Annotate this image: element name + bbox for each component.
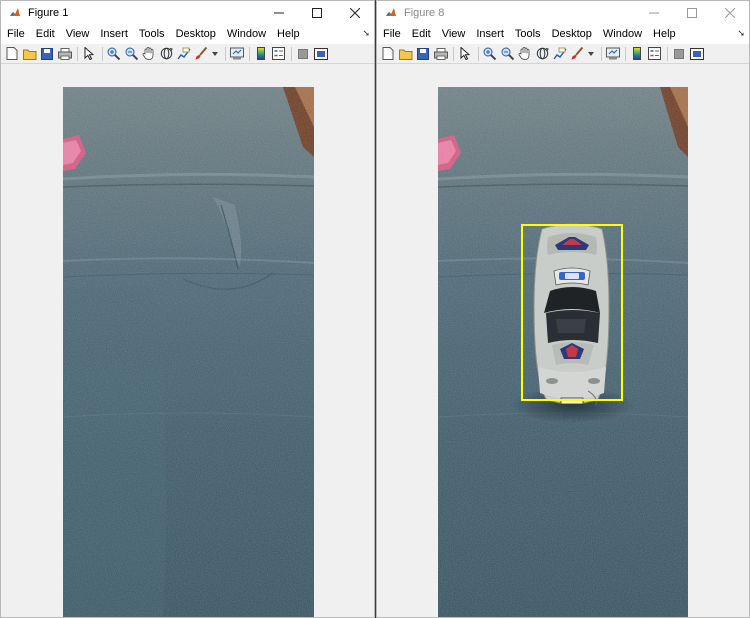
toolbar-separator: [224, 46, 226, 61]
toolbar-separator: [600, 46, 602, 61]
title-bar[interactable]: Figure 8: [377, 1, 749, 25]
brush-dropdown-icon[interactable]: [211, 47, 218, 61]
hide-plot-tools-icon[interactable]: [672, 47, 686, 61]
open-file-icon[interactable]: [22, 47, 37, 61]
hide-plot-tools-icon[interactable]: [296, 47, 310, 61]
figure-canvas[interactable]: [377, 65, 749, 617]
figure-toolbar: [377, 44, 749, 64]
menu-insert[interactable]: Insert: [94, 25, 133, 44]
colorbar-icon[interactable]: [630, 47, 644, 61]
maximize-button[interactable]: [298, 1, 336, 25]
close-button[interactable]: [336, 1, 374, 25]
pointer-icon[interactable]: [458, 47, 472, 61]
link-plot-icon[interactable]: [605, 47, 620, 61]
legend-icon[interactable]: [648, 47, 662, 61]
minimize-icon: [649, 12, 659, 14]
close-icon: [725, 8, 735, 18]
minimize-icon: [274, 12, 284, 14]
window-title: Figure 1: [28, 7, 69, 19]
dock-arrow-icon[interactable]: ➘: [737, 28, 745, 39]
menu-insert[interactable]: Insert: [470, 25, 509, 44]
data-cursor-icon[interactable]: [176, 47, 191, 61]
minimize-button[interactable]: [260, 1, 298, 25]
figure-window-1[interactable]: Figure 1 File Edit View Insert Tools Des…: [0, 0, 375, 618]
matlab-icon: [9, 7, 21, 19]
menu-bar: File Edit View Insert Tools Desktop Wind…: [377, 25, 749, 44]
figure-window-8[interactable]: Figure 8 File Edit View Insert Tools Des…: [376, 0, 750, 618]
rotate-3d-icon[interactable]: [159, 47, 173, 61]
brush-dropdown-icon[interactable]: [587, 47, 594, 61]
matlab-icon: [385, 7, 397, 19]
menu-desktop[interactable]: Desktop: [546, 25, 597, 44]
image-car-on-fabric: [438, 87, 688, 617]
show-plot-tools-icon[interactable]: [313, 47, 328, 61]
toolbar-separator: [77, 46, 78, 61]
pan-icon[interactable]: [142, 47, 156, 61]
title-bar[interactable]: Figure 1: [1, 1, 374, 25]
menu-window[interactable]: Window: [221, 25, 271, 44]
toolbar-separator: [667, 46, 668, 61]
save-icon[interactable]: [416, 47, 430, 61]
dock-arrow-icon[interactable]: ➘: [362, 28, 370, 39]
zoom-in-icon[interactable]: [483, 47, 497, 61]
menu-bar: File Edit View Insert Tools Desktop Wind…: [1, 25, 374, 44]
menu-help[interactable]: Help: [647, 25, 681, 44]
toolbar-separator: [625, 46, 626, 61]
pan-icon[interactable]: [518, 47, 532, 61]
detection-bounding-box: [521, 224, 623, 401]
maximize-icon: [687, 8, 697, 18]
data-cursor-icon[interactable]: [552, 47, 567, 61]
menu-edit[interactable]: Edit: [30, 25, 60, 44]
maximize-button[interactable]: [673, 1, 711, 25]
minimize-button[interactable]: [635, 1, 673, 25]
close-button[interactable]: [711, 1, 749, 25]
menu-help[interactable]: Help: [271, 25, 305, 44]
colorbar-icon[interactable]: [254, 47, 268, 61]
menu-file[interactable]: File: [377, 25, 406, 44]
zoom-out-icon[interactable]: [124, 47, 138, 61]
rotate-3d-icon[interactable]: [535, 47, 549, 61]
zoom-out-icon[interactable]: [500, 47, 514, 61]
brush-icon[interactable]: [570, 47, 584, 61]
open-file-icon[interactable]: [398, 47, 413, 61]
new-figure-icon[interactable]: [381, 47, 395, 61]
menu-tools[interactable]: Tools: [133, 25, 170, 44]
show-plot-tools-icon[interactable]: [689, 47, 704, 61]
legend-icon[interactable]: [272, 47, 286, 61]
maximize-icon: [312, 8, 322, 18]
menu-view[interactable]: View: [60, 25, 95, 44]
menu-edit[interactable]: Edit: [406, 25, 436, 44]
link-plot-icon[interactable]: [229, 47, 244, 61]
toolbar-separator: [101, 46, 103, 61]
print-icon[interactable]: [57, 47, 72, 61]
print-icon[interactable]: [433, 47, 448, 61]
toolbar-separator: [453, 46, 454, 61]
close-icon: [350, 8, 360, 18]
image-empty-fabric: [63, 87, 314, 617]
toolbar-separator: [477, 46, 479, 61]
desktop: Figure 1 File Edit View Insert Tools Des…: [0, 0, 750, 618]
toolbar-separator: [249, 46, 250, 61]
menu-tools[interactable]: Tools: [509, 25, 546, 44]
menu-window[interactable]: Window: [597, 25, 647, 44]
new-figure-icon[interactable]: [5, 47, 19, 61]
figure-toolbar: [1, 44, 374, 64]
menu-desktop[interactable]: Desktop: [170, 25, 221, 44]
menu-view[interactable]: View: [436, 25, 471, 44]
zoom-in-icon[interactable]: [107, 47, 121, 61]
brush-icon[interactable]: [194, 47, 208, 61]
toolbar-separator: [291, 46, 292, 61]
menu-file[interactable]: File: [1, 25, 30, 44]
figure-canvas[interactable]: [1, 65, 374, 617]
window-title: Figure 8: [404, 7, 445, 19]
pointer-icon[interactable]: [82, 47, 96, 61]
save-icon[interactable]: [40, 47, 54, 61]
fabric-photo: [63, 87, 314, 617]
